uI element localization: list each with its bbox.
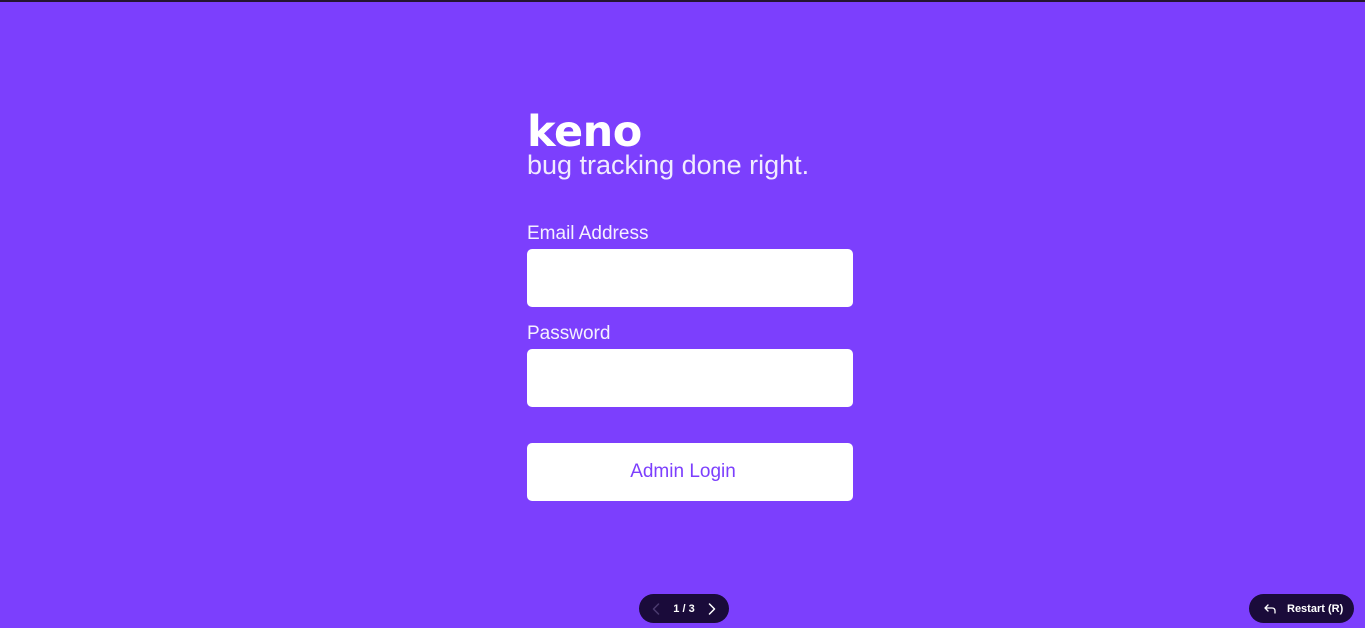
email-field[interactable] (527, 249, 853, 307)
brand-logo: keno (527, 107, 642, 157)
password-label: Password (527, 323, 611, 344)
tagline: bug tracking done right. (527, 150, 810, 180)
password-field[interactable] (527, 349, 853, 407)
restart-label: Restart (R) (1287, 602, 1344, 615)
slide-counter: 1 / 3 (673, 602, 695, 615)
email-label: Email Address (527, 223, 649, 244)
chevron-right-icon[interactable] (705, 602, 719, 616)
admin-login-button[interactable]: Admin Login (527, 443, 853, 501)
login-panel: keno bug tracking done right. Email Addr… (527, 107, 853, 501)
chevron-left-icon[interactable] (649, 602, 663, 616)
top-border (0, 0, 1365, 2)
undo-arrow-icon (1263, 602, 1277, 616)
slide-pager: 1 / 3 (639, 594, 729, 623)
restart-button[interactable]: Restart (R) (1249, 594, 1354, 623)
